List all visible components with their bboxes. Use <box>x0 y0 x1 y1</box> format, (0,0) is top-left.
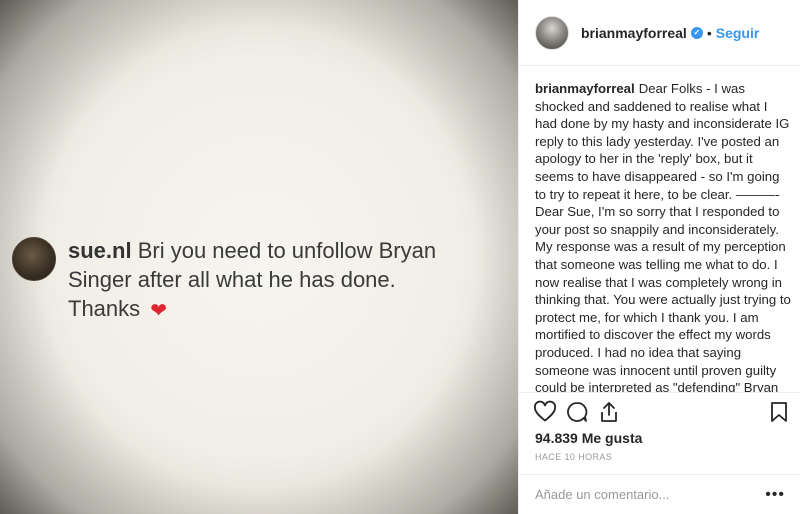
post-side-panel: brianmayforreal ✓ • Seguir brianmayforre… <box>518 0 800 514</box>
caption-paragraph-1: brianmayforreal Dear Folks - I was shocke… <box>535 80 791 203</box>
comment-icon[interactable] <box>565 400 589 424</box>
red-heart-icon: ❤ <box>150 300 168 322</box>
comment-input[interactable] <box>535 487 766 502</box>
share-icon[interactable] <box>597 400 621 424</box>
post-timestamp: HACE 10 HORAS <box>535 452 613 462</box>
likes-count[interactable]: 94.839 Me gusta <box>535 430 642 446</box>
verified-badge-icon: ✓ <box>690 26 703 39</box>
commenter-avatar <box>12 237 56 281</box>
add-comment-bar: ••• <box>519 474 800 514</box>
post-caption: brianmayforreal Dear Folks - I was shocke… <box>535 80 791 392</box>
heart-icon[interactable] <box>533 400 557 424</box>
caption-text-1: Dear Folks - I was shocked and saddened … <box>535 81 790 202</box>
caption-username[interactable]: brianmayforreal <box>535 81 635 96</box>
screenshot-comment: sue.nl Bri you need to unfollow Bryan Si… <box>12 236 468 326</box>
post-header: brianmayforreal ✓ • Seguir <box>519 0 800 66</box>
screenshot-comment-text: sue.nl Bri you need to unfollow Bryan Si… <box>68 236 468 326</box>
action-bar <box>533 400 791 426</box>
author-username[interactable]: brianmayforreal <box>581 25 687 41</box>
commenter-username: sue.nl <box>68 238 132 263</box>
post-image[interactable]: sue.nl Bri you need to unfollow Bryan Si… <box>0 0 518 514</box>
header-separator: • <box>706 24 712 41</box>
bookmark-icon[interactable] <box>767 400 791 424</box>
caption-divider <box>519 392 800 393</box>
caption-paragraph-2: Dear Sue, I'm so sorry that I responded … <box>535 204 791 392</box>
follow-button[interactable]: Seguir <box>716 25 760 41</box>
author-avatar[interactable] <box>535 15 569 50</box>
more-options-icon[interactable]: ••• <box>765 486 785 504</box>
